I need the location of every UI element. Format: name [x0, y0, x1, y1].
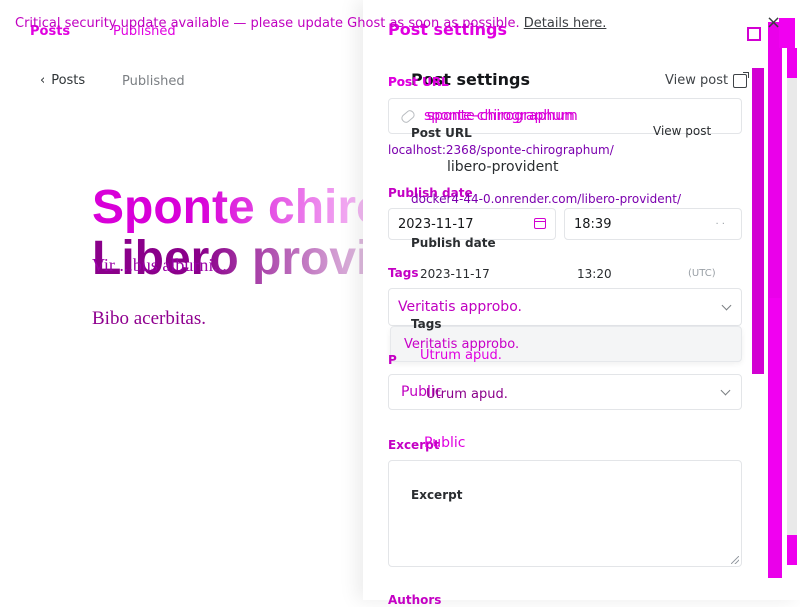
visibility-label: P: [388, 353, 397, 367]
timezone-label: · ·: [715, 218, 725, 230]
ghost-post-url-value: sponte-chirographum: [424, 108, 575, 124]
back-link-label: Posts: [51, 73, 86, 88]
view-post-link[interactable]: View post: [665, 71, 750, 88]
sidebar-toggle-icon[interactable]: [747, 27, 761, 41]
post-url-helper: localhost:2368/sponte-chirographum/: [388, 143, 614, 157]
post-body[interactable]: Bibo acerbitas.: [92, 308, 206, 330]
banner-message: Critical security update available — ple…: [15, 16, 520, 31]
resize-handle-icon[interactable]: [731, 556, 739, 564]
ghost-tz: (UTC): [688, 268, 716, 279]
ghost-time: 13:20: [577, 267, 612, 281]
authors-label: Authors: [388, 593, 442, 607]
publish-date-value: 2023-11-17: [398, 216, 474, 232]
ghost-post-url-label: Post URL: [388, 75, 449, 89]
publish-time-value: 18:39: [574, 216, 612, 232]
chevron-left-icon: ‹: [40, 73, 46, 88]
ghost-helper-url: docker4-44-0.onrender.com/libero-provide…: [411, 192, 681, 206]
post-title-line1: Sponte chiro: [92, 181, 386, 234]
post-subtitle[interactable]: Vir ...bus alburni...: [92, 255, 227, 276]
publish-time-input[interactable]: 18:39 · ·: [564, 208, 742, 240]
ghost-post-url-label-2: Post URL: [411, 126, 472, 140]
link-icon: [399, 108, 417, 124]
scrollbar-thumb[interactable]: [769, 298, 781, 540]
ghost-view-post: View post: [653, 124, 712, 138]
ghost-tags-label: Tags: [411, 317, 442, 331]
excerpt-textarea[interactable]: [388, 460, 742, 567]
tags-label: Tags: [388, 266, 419, 280]
ghost-url-slug: libero-provident: [447, 159, 559, 175]
security-banner: Critical security update available — ple…: [15, 16, 606, 31]
ghost-publish-label: Publish date: [411, 236, 496, 250]
external-link-icon: [733, 71, 750, 88]
ghost-visibility: Public: [424, 435, 466, 451]
scrollbar-top-cap: [779, 18, 795, 48]
banner-details-link[interactable]: Details here.: [524, 16, 607, 31]
scrollbar-outer: [787, 70, 797, 540]
ghost-tag-option: Utrum apud.: [426, 387, 508, 402]
ghost-date: 2023-11-17: [420, 267, 490, 281]
scrollbar-arrow-up[interactable]: [787, 48, 797, 78]
back-to-posts-link[interactable]: ‹ Posts: [40, 73, 85, 88]
calendar-icon[interactable]: [534, 218, 546, 229]
ghost-excerpt-label: Excerpt: [411, 488, 463, 502]
panel-scrollbar-inner[interactable]: [752, 68, 764, 374]
view-post-label: View post: [665, 73, 729, 88]
close-icon[interactable]: ×: [766, 14, 781, 32]
tags-value: Veritatis approbo.: [398, 299, 522, 315]
post-status: Published: [122, 74, 185, 89]
scrollbar-arrow-down[interactable]: [787, 535, 797, 565]
ghost-tag-value: Utrum apud.: [420, 348, 502, 363]
